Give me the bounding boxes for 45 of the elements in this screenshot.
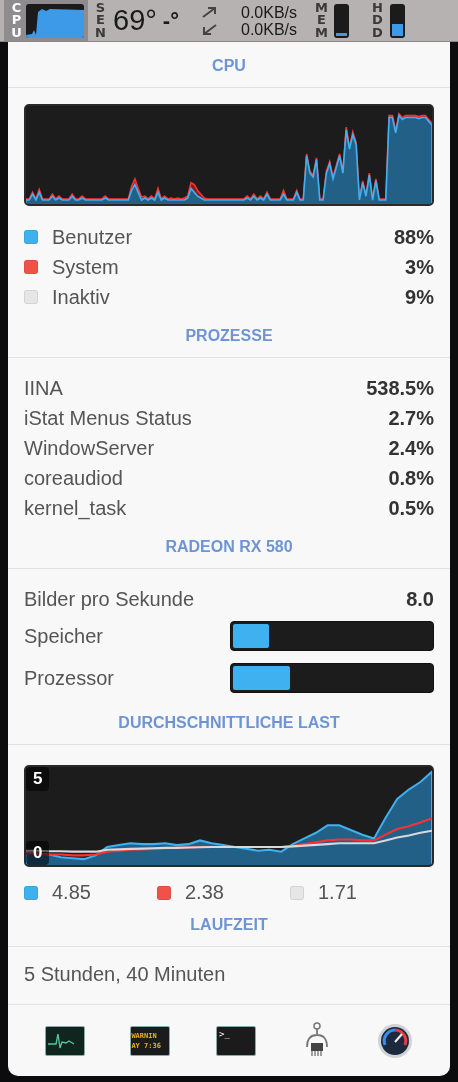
upload-speed: 0.0KB/s xyxy=(241,3,297,21)
legend-value: 1.71 xyxy=(318,881,357,904)
speedometer-icon[interactable] xyxy=(377,1022,414,1059)
legend-value: 88% xyxy=(393,225,434,249)
disk-meter xyxy=(390,3,405,38)
section-title: LAUFZEIT xyxy=(189,915,269,935)
terminal-app-icon[interactable]: >_ xyxy=(216,1025,256,1056)
section-title: CPU xyxy=(211,56,247,76)
fan-reading: -° xyxy=(162,7,179,34)
process-name: coreaudiod xyxy=(24,466,123,490)
sensor-label: SEN xyxy=(94,2,107,39)
memory-label: MEM xyxy=(315,2,328,39)
gpu-label: Speicher xyxy=(24,624,103,648)
heartbeat-monitor-icon[interactable] xyxy=(44,1025,85,1056)
legend-label: System xyxy=(52,255,119,279)
process-name: iStat Menus Status xyxy=(24,406,192,430)
gpu-value: 8.0 xyxy=(406,587,434,611)
process-usage: 538.5% xyxy=(366,376,434,400)
temperature-reading: 69° xyxy=(113,4,157,37)
legend-value: 3% xyxy=(405,255,434,279)
process-name: kernel_task xyxy=(24,496,127,520)
download-speed: 0.0KB/s xyxy=(241,20,297,38)
legend-value: 2.38 xyxy=(185,881,224,904)
process-usage: 2.4% xyxy=(388,436,434,460)
gpu-label: Prozessor xyxy=(24,666,115,690)
section-title: PROZESSE xyxy=(184,326,274,346)
scale-label: 0 xyxy=(26,841,50,865)
uptime-value: 5 Stunden, 40 Minuten xyxy=(23,962,227,987)
section-title: DURCHSCHNITTLICHE LAST xyxy=(117,713,341,733)
memory-meter xyxy=(334,3,349,38)
gpu-label: Bilder pro Sekunde xyxy=(24,587,195,611)
process-usage: 0.8% xyxy=(388,466,434,490)
section-title: RADEON RX 580 xyxy=(164,537,294,557)
legend-label: Benutzer xyxy=(52,225,133,249)
disk-label: HDD xyxy=(371,2,384,39)
cpu-label: CPU xyxy=(10,2,23,39)
process-name: WindowServer xyxy=(24,436,155,460)
legend-value: 9% xyxy=(405,285,434,309)
scale-label: 5 xyxy=(26,767,50,791)
legend-value: 4.85 xyxy=(52,881,91,904)
process-name: IINA xyxy=(24,376,63,400)
process-usage: 0.5% xyxy=(388,496,434,520)
legend-label: Inaktiv xyxy=(52,285,110,309)
cpu-mini-graph xyxy=(26,3,84,38)
process-usage: 2.7% xyxy=(388,406,434,430)
